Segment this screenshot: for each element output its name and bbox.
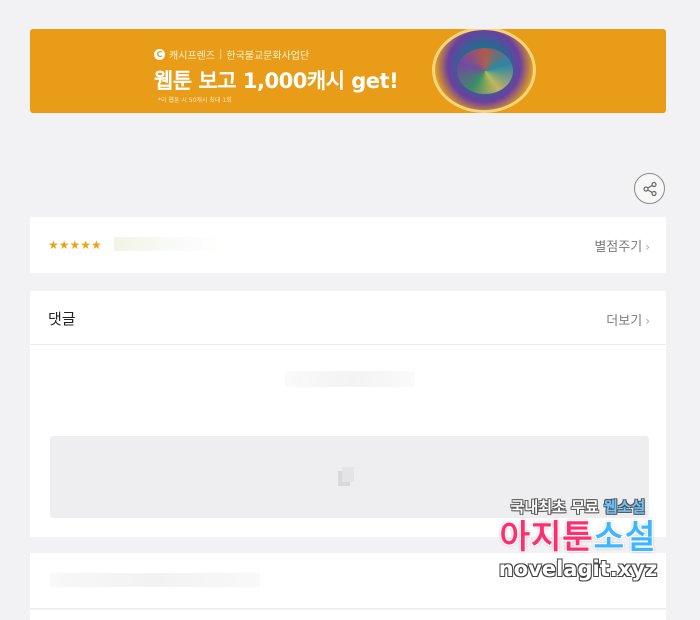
comments-empty-placeholder: [285, 371, 415, 387]
star-rating: ★★★★★: [48, 238, 102, 252]
rating-card: ★★★★★ 별점주기 ›: [30, 217, 666, 273]
cashfriends-logo-icon: C: [154, 49, 165, 60]
rate-button-label: 별점주기: [594, 240, 643, 255]
next-section-card: [30, 553, 666, 609]
more-comments-label: 더보기: [606, 314, 643, 329]
edit-icon: [338, 467, 354, 486]
share-icon: [642, 181, 657, 196]
comments-title: 댓글: [48, 310, 76, 328]
banner-headline: 웹툰 보고 1,000캐시 get!: [154, 69, 399, 93]
comments-header: 댓글 더보기 ›: [30, 291, 666, 345]
banner-illustration: [432, 29, 536, 113]
banner-brand-name: 캐시프렌즈: [169, 51, 215, 62]
rating-score-faint: [114, 237, 224, 251]
rate-button[interactable]: 별점주기 ›: [594, 236, 650, 255]
chevron-right-icon: ›: [645, 240, 650, 254]
next-section-faint: [50, 573, 260, 587]
more-comments-button[interactable]: 더보기 ›: [606, 310, 650, 329]
banner-brand: C 캐시프렌즈 | 한국불교문화사업단: [154, 47, 309, 62]
share-button[interactable]: [634, 173, 665, 204]
banner-partner: 한국불교문화사업단: [226, 51, 310, 62]
banner-separator: |: [219, 49, 223, 60]
comments-card: 댓글 더보기 ›: [30, 291, 666, 537]
banner-fine-print: *이 웹툰 시 50캐시 최대 1회: [158, 97, 232, 104]
next-section-card-2: [30, 610, 666, 620]
dragon-illustration-icon: [457, 48, 513, 94]
chevron-right-icon: ›: [645, 314, 650, 328]
promo-banner[interactable]: C 캐시프렌즈 | 한국불교문화사업단 웹툰 보고 1,000캐시 get! *…: [30, 29, 666, 113]
comment-input-box[interactable]: [50, 436, 649, 518]
